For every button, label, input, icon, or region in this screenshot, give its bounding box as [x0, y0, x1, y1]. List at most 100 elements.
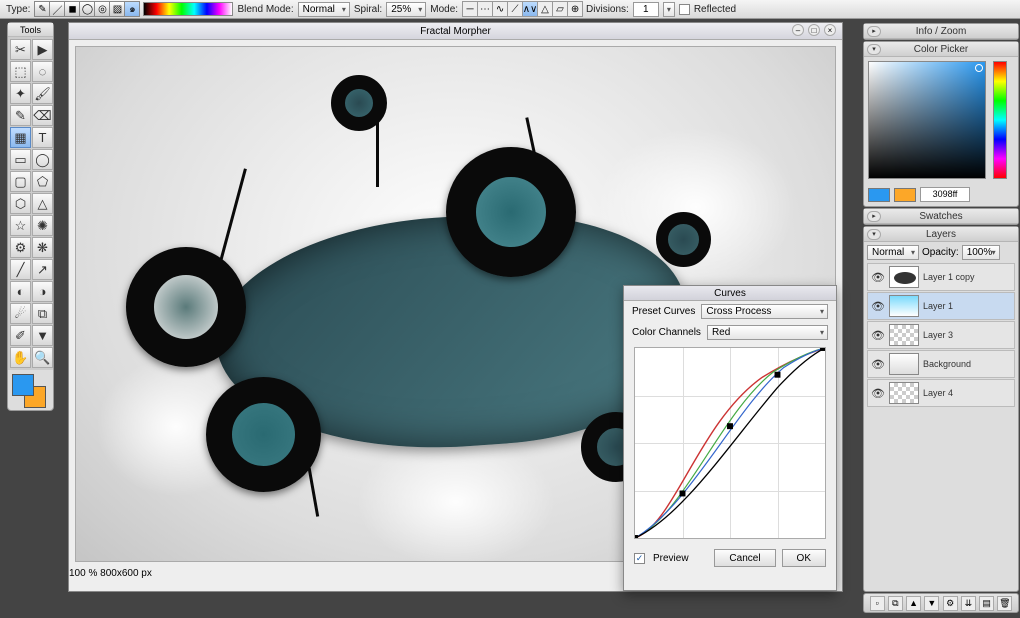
layer-settings-icon[interactable]: ⚙ — [943, 596, 958, 611]
blend-mode-label: Blend Mode: — [237, 4, 293, 15]
type-pencil-icon[interactable]: ✎ — [34, 1, 50, 17]
layer-down-icon[interactable]: ▼ — [924, 596, 939, 611]
mode-2-icon[interactable]: ⋯ — [477, 1, 493, 17]
roundrect-tool[interactable]: ▢ — [10, 171, 31, 192]
flatten-icon[interactable]: ▤ — [979, 596, 994, 611]
move-tool[interactable]: ▶ — [32, 39, 53, 60]
collapse-icon[interactable]: ▸ — [867, 26, 881, 37]
burst-tool[interactable]: ✺ — [32, 215, 53, 236]
tools-panel: Tools ✂▶ ⬚◌ ✦🖌 ✎⌫ ▦T ▭◯ ▢⬠ ⬡△ ☆✺ ⚙❋ ╱↗ ◐… — [7, 22, 54, 411]
marquee-tool[interactable]: ⬚ — [10, 61, 31, 82]
bucket-tool[interactable]: ▼ — [32, 325, 53, 346]
type-diagonal-icon[interactable]: ▨ — [109, 1, 125, 17]
hexagon-tool[interactable]: ⬡ — [10, 193, 31, 214]
spiral-select[interactable]: 25% — [386, 2, 426, 17]
layer-row[interactable]: 👁 Layer 1 copy — [867, 263, 1015, 291]
picker-fg-swatch[interactable] — [868, 188, 890, 202]
visibility-icon[interactable]: 👁 — [871, 300, 885, 313]
brush-tool[interactable]: 🖌 — [32, 83, 53, 104]
zoom-tool[interactable]: 🔍 — [32, 347, 53, 368]
merge-layer-icon[interactable]: ⇊ — [961, 596, 976, 611]
mode-4-icon[interactable]: ⟋ — [507, 1, 523, 17]
color-channels-select[interactable]: Red — [707, 325, 828, 340]
star-tool[interactable]: ☆ — [10, 215, 31, 236]
color-spectrum[interactable] — [143, 2, 233, 16]
reflected-checkbox[interactable] — [679, 4, 690, 15]
lasso-tool[interactable]: ◌ — [32, 61, 53, 82]
hand-tool[interactable]: ✋ — [10, 347, 31, 368]
preset-curves-select[interactable]: Cross Process — [701, 304, 828, 319]
mode-8-icon[interactable]: ⊕ — [567, 1, 583, 17]
arrow-tool[interactable]: ↗ — [32, 259, 53, 280]
mode-5-icon[interactable]: ∧∨ — [522, 1, 538, 17]
foreground-color[interactable] — [12, 374, 34, 396]
color-picker-panel: ▾Color Picker 3098ff — [863, 41, 1019, 207]
clone-tool[interactable]: ⧉ — [32, 303, 53, 324]
visibility-icon[interactable]: 👁 — [871, 329, 885, 342]
cancel-button[interactable]: Cancel — [714, 549, 775, 567]
divisions-stepper[interactable] — [663, 2, 675, 17]
mode-7-icon[interactable]: ▱ — [552, 1, 568, 17]
new-layer-icon[interactable]: ▫ — [870, 596, 885, 611]
type-circle-icon[interactable]: ◯ — [79, 1, 95, 17]
blend-mode-select[interactable]: Normal — [298, 2, 350, 17]
type-line-icon[interactable]: ／ — [49, 1, 65, 17]
reflected-label: Reflected — [694, 4, 736, 15]
curves-graph[interactable] — [634, 347, 826, 539]
blur-tool[interactable]: ◐ — [10, 281, 31, 302]
visibility-icon[interactable]: 👁 — [871, 358, 885, 371]
eyedropper-tool[interactable]: ✐ — [10, 325, 31, 346]
opacity-select[interactable]: 100% — [962, 245, 1000, 260]
hex-input[interactable]: 3098ff — [920, 187, 970, 202]
text-tool[interactable]: T — [32, 127, 53, 148]
layer-row[interactable]: 👁Layer 3 — [867, 321, 1015, 349]
smudge-tool[interactable]: ☄ — [10, 303, 31, 324]
crop-tool[interactable]: ✂ — [10, 39, 31, 60]
rect-tool[interactable]: ▭ — [10, 149, 31, 170]
collapse-icon[interactable]: ▾ — [867, 229, 881, 240]
eraser-tool[interactable]: ⌫ — [32, 105, 53, 126]
preview-checkbox[interactable] — [634, 553, 645, 564]
mode-1-icon[interactable]: ─ — [462, 1, 478, 17]
collapse-icon[interactable]: ▾ — [867, 44, 881, 55]
document-titlebar[interactable]: Fractal Morpher – □ × — [69, 23, 842, 40]
gear-tool[interactable]: ⚙ — [10, 237, 31, 258]
type-spiral-icon[interactable]: ๑ — [124, 1, 140, 17]
triangle-tool[interactable]: △ — [32, 193, 53, 214]
close-icon[interactable]: × — [824, 24, 836, 36]
visibility-icon[interactable]: 👁 — [871, 271, 885, 284]
gradient-tool[interactable]: ▦ — [10, 127, 31, 148]
ellipse-tool[interactable]: ◯ — [32, 149, 53, 170]
document-title: Fractal Morpher — [420, 26, 491, 37]
layer-name: Layer 1 — [923, 301, 953, 311]
collapse-icon[interactable]: ▸ — [867, 211, 881, 222]
type-square-icon[interactable]: ◼ — [64, 1, 80, 17]
ok-button[interactable]: OK — [782, 549, 826, 567]
divisions-input[interactable] — [633, 2, 659, 17]
picker-bg-swatch[interactable] — [894, 188, 916, 202]
curves-title[interactable]: Curves — [624, 286, 836, 301]
minimize-icon[interactable]: – — [792, 24, 804, 36]
layer-row[interactable]: 👁 Layer 1 — [867, 292, 1015, 320]
mode-6-icon[interactable]: △ — [537, 1, 553, 17]
hue-slider[interactable] — [993, 61, 1007, 179]
layer-name: Layer 1 copy — [923, 272, 975, 282]
symmetry-mode-group: ─⋯∿⟋∧∨△▱⊕ — [462, 1, 582, 17]
delete-layer-icon[interactable]: 🗑 — [997, 596, 1012, 611]
layer-row[interactable]: 👁Background — [867, 350, 1015, 378]
layer-up-icon[interactable]: ▲ — [906, 596, 921, 611]
visibility-icon[interactable]: 👁 — [871, 387, 885, 400]
sharpen-tool[interactable]: ◑ — [32, 281, 53, 302]
duplicate-layer-icon[interactable]: ⧉ — [888, 596, 903, 611]
flower-tool[interactable]: ❋ — [32, 237, 53, 258]
mode-3-icon[interactable]: ∿ — [492, 1, 508, 17]
layer-row[interactable]: 👁Layer 4 — [867, 379, 1015, 407]
pencil-tool[interactable]: ✎ — [10, 105, 31, 126]
layer-blend-select[interactable]: Normal — [867, 245, 919, 260]
wand-tool[interactable]: ✦ — [10, 83, 31, 104]
color-field[interactable] — [868, 61, 986, 179]
line-tool[interactable]: ╱ — [10, 259, 31, 280]
type-ring-icon[interactable]: ◎ — [94, 1, 110, 17]
polygon-tool[interactable]: ⬠ — [32, 171, 53, 192]
maximize-icon[interactable]: □ — [808, 24, 820, 36]
